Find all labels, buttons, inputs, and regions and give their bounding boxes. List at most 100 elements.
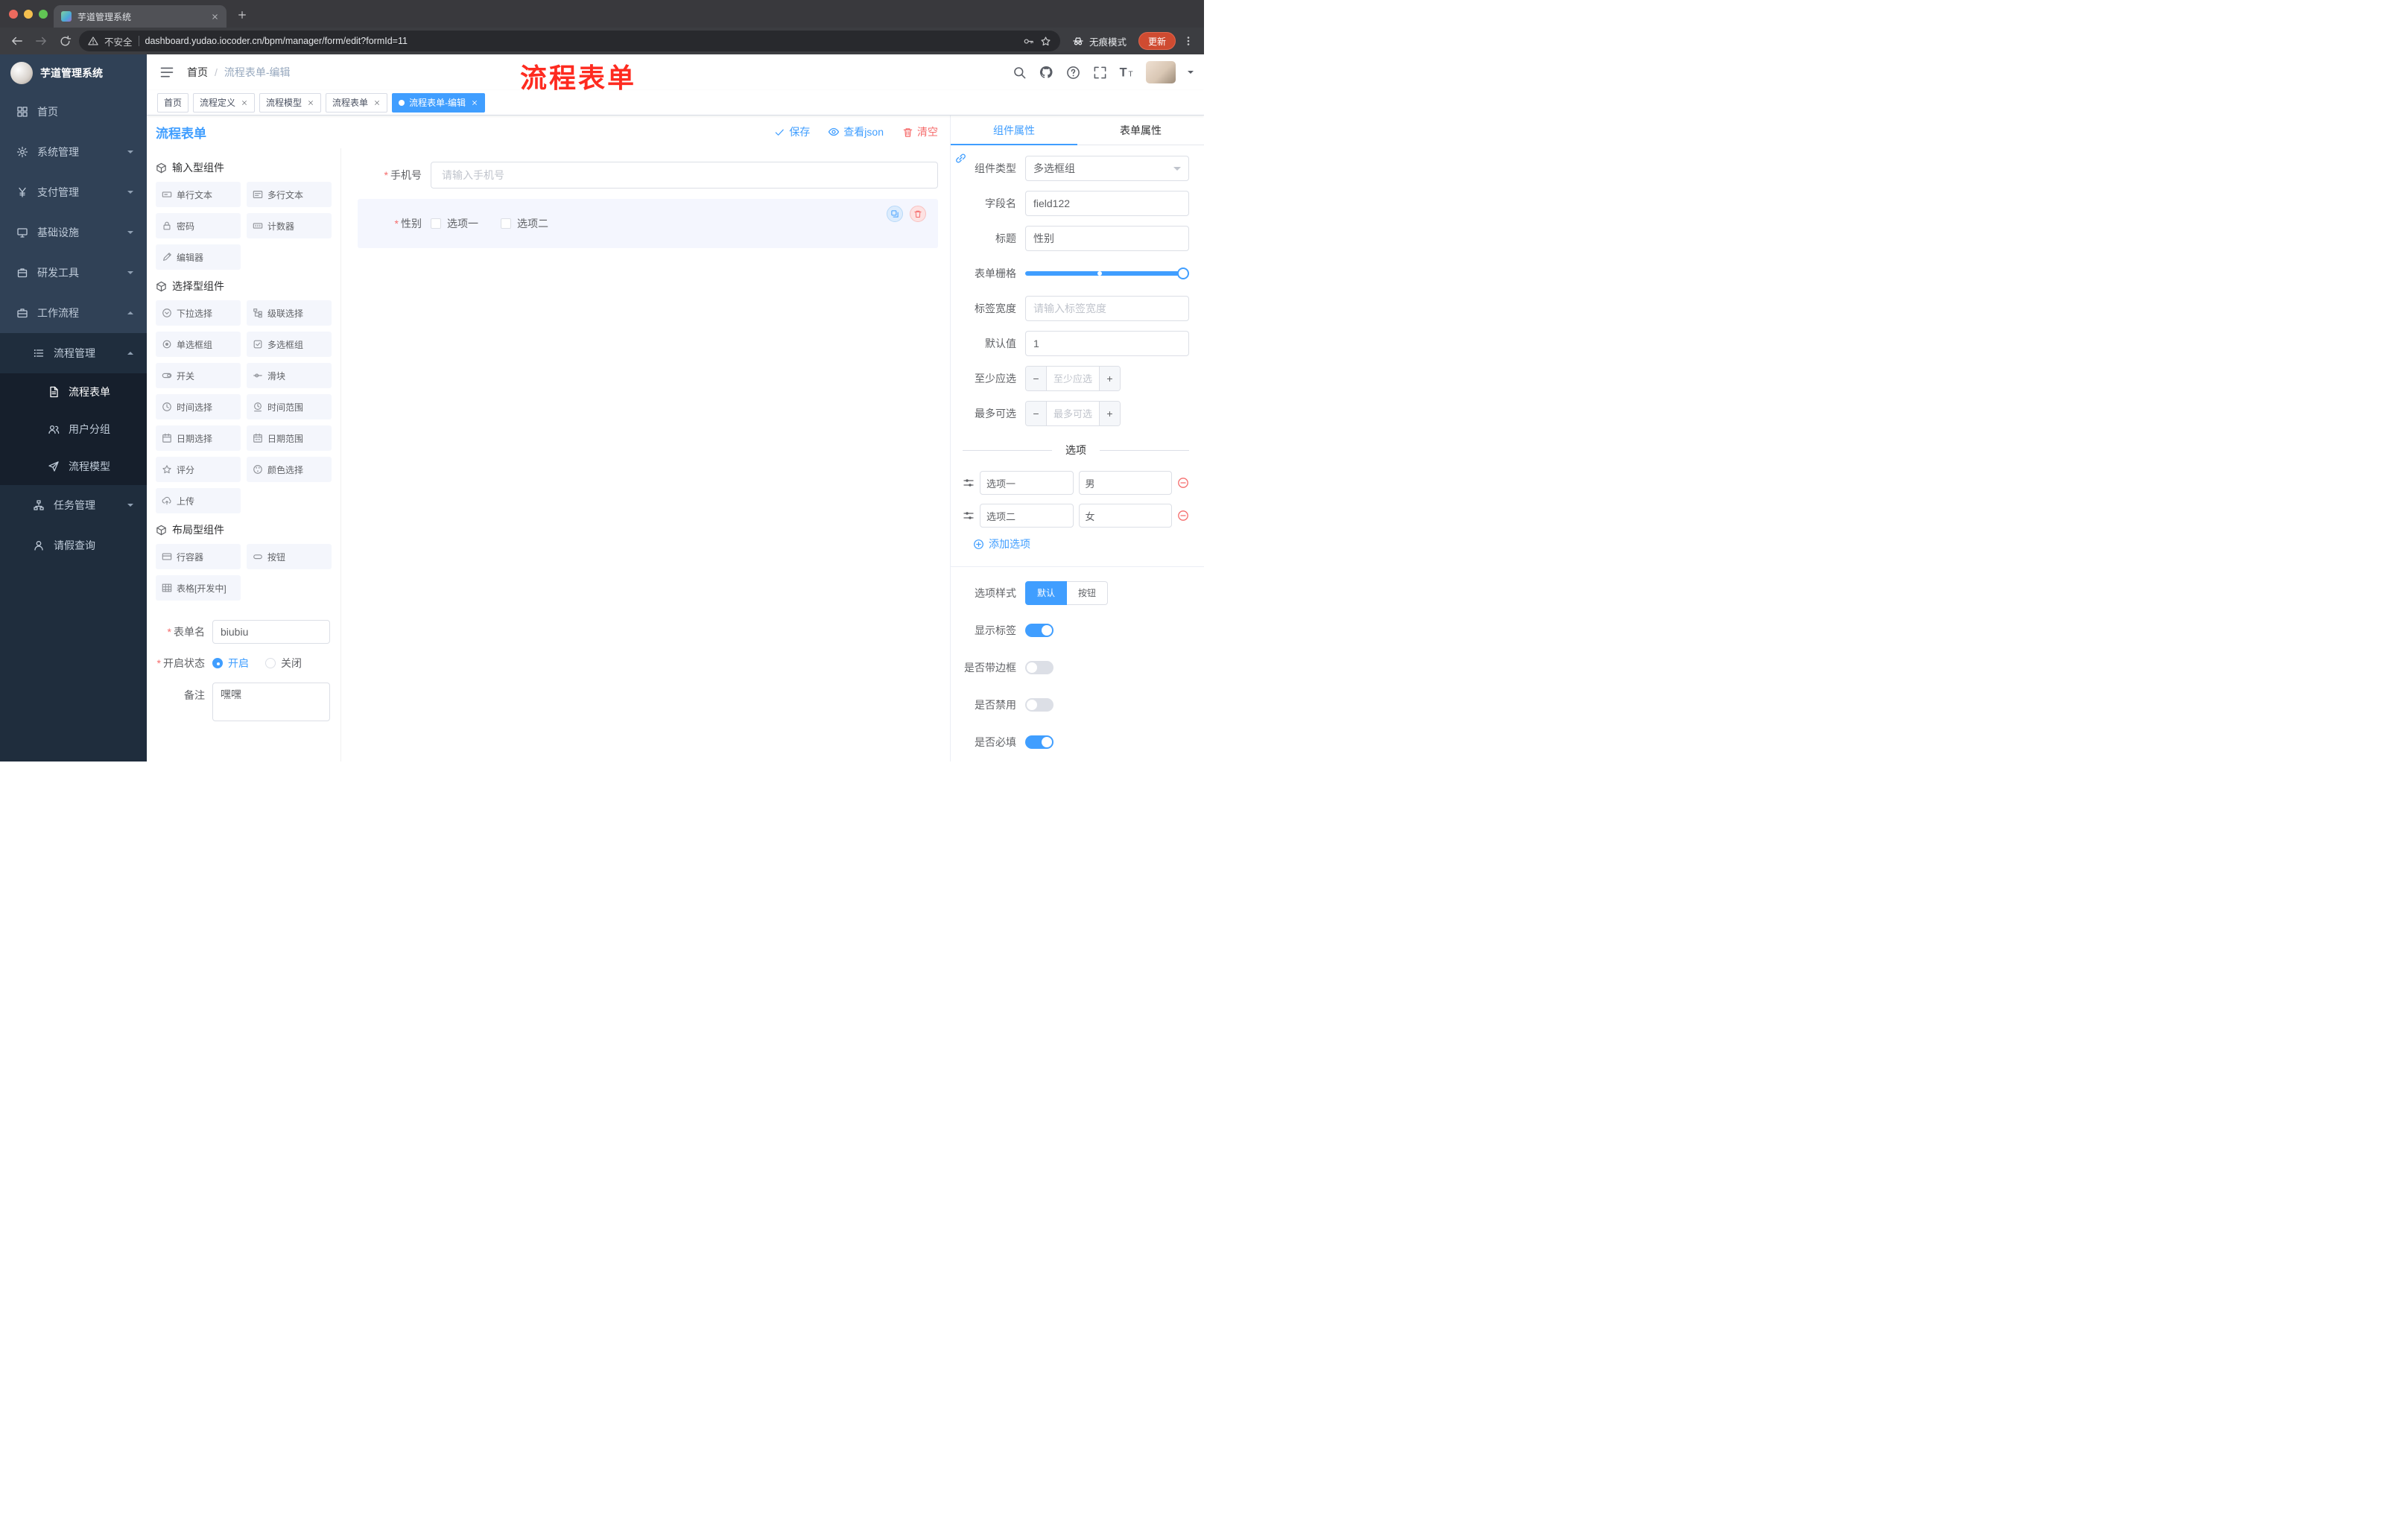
tab-close-icon[interactable]: [211, 13, 219, 21]
user-avatar[interactable]: [1146, 61, 1176, 83]
canvas-item-gender-selected[interactable]: 性别 选项一 选项二: [358, 199, 938, 248]
increase-button[interactable]: +: [1099, 402, 1120, 425]
chip-radio-group[interactable]: 单选框组: [156, 332, 241, 357]
link-icon[interactable]: [954, 151, 967, 165]
option-2-value-input[interactable]: [1078, 504, 1172, 528]
tag-close-icon[interactable]: [470, 98, 478, 107]
tab-component-props[interactable]: 组件属性: [951, 115, 1077, 145]
chip-time-picker[interactable]: 时间选择: [156, 394, 241, 419]
sidebar-item-process-management[interactable]: 流程管理: [0, 333, 147, 373]
chip-button[interactable]: 按钮: [247, 544, 332, 569]
sidebar-item-home[interactable]: 首页: [0, 92, 147, 132]
clear-button[interactable]: 清空: [902, 124, 938, 139]
disabled-toggle[interactable]: [1025, 697, 1054, 712]
chip-rate[interactable]: 评分: [156, 457, 241, 482]
sidebar-item-user-group[interactable]: 用户分组: [0, 411, 147, 448]
window-zoom-button[interactable]: [39, 10, 48, 19]
chip-password[interactable]: 密码: [156, 213, 241, 238]
option-1-value-input[interactable]: [1078, 471, 1172, 495]
sidebar-item-leave-query[interactable]: 请假查询: [0, 525, 147, 566]
duplicate-item-button[interactable]: [887, 206, 903, 222]
github-icon[interactable]: [1039, 65, 1054, 80]
chip-textarea[interactable]: 多行文本: [247, 182, 332, 207]
save-button[interactable]: 保存: [773, 124, 810, 139]
phone-input[interactable]: [431, 162, 938, 189]
style-default-button[interactable]: 默认: [1025, 580, 1068, 605]
avatar-caret-down-icon[interactable]: [1188, 71, 1194, 77]
show-label-toggle[interactable]: [1025, 623, 1054, 637]
chip-upload[interactable]: 上传: [156, 488, 241, 513]
gender-option-2-checkbox[interactable]: 选项二: [501, 216, 548, 231]
gender-option-1-checkbox[interactable]: 选项一: [431, 216, 478, 231]
chip-select[interactable]: 下拉选择: [156, 300, 241, 326]
breadcrumb-home[interactable]: 首页: [187, 65, 208, 80]
slider-handle[interactable]: [1177, 267, 1189, 279]
decrease-button[interactable]: −: [1026, 367, 1047, 390]
bookmark-star-icon[interactable]: [1040, 36, 1051, 47]
option-1-label-input[interactable]: [980, 471, 1074, 495]
chip-row-container[interactable]: 行容器: [156, 544, 241, 569]
tag-home[interactable]: 首页: [157, 92, 189, 113]
window-minimize-button[interactable]: [24, 10, 33, 19]
delete-item-button[interactable]: [910, 206, 926, 222]
chip-date-picker[interactable]: 日期选择: [156, 425, 241, 451]
chip-table[interactable]: 表格[开发中]: [156, 575, 241, 601]
status-off-radio[interactable]: 关闭: [265, 656, 302, 671]
decrease-button[interactable]: −: [1026, 402, 1047, 425]
grid-span-slider[interactable]: [1025, 261, 1189, 286]
add-option-button[interactable]: 添加选项: [973, 536, 1189, 551]
sidebar-item-process-model[interactable]: 流程模型: [0, 448, 147, 485]
form-canvas[interactable]: 手机号 性别: [341, 148, 950, 762]
browser-tab[interactable]: 芋道管理系统: [54, 5, 226, 28]
component-type-select[interactable]: 多选框组: [1025, 156, 1189, 181]
style-button-button[interactable]: 按钮: [1067, 580, 1109, 605]
chip-switch[interactable]: 开关: [156, 363, 241, 388]
reload-button[interactable]: [55, 31, 75, 51]
chip-counter[interactable]: 计数器: [247, 213, 332, 238]
search-icon[interactable]: [1012, 65, 1027, 80]
chip-input-text[interactable]: 单行文本: [156, 182, 241, 207]
forward-button[interactable]: [31, 31, 51, 51]
address-bar[interactable]: 不安全 dashboard.yudao.iocoder.cn/bpm/manag…: [79, 31, 1060, 51]
font-size-icon[interactable]: TT: [1119, 65, 1134, 80]
remove-option-icon[interactable]: [1177, 510, 1189, 522]
chip-time-range[interactable]: 时间范围: [247, 394, 332, 419]
tag-process-definition[interactable]: 流程定义: [193, 92, 256, 113]
chip-cascader[interactable]: 级联选择: [247, 300, 332, 326]
sidebar-item-process-form[interactable]: 流程表单: [0, 373, 147, 411]
chip-slider[interactable]: 滑块: [247, 363, 332, 388]
sidebar-item-devtools[interactable]: 研发工具: [0, 253, 147, 293]
browser-update-button[interactable]: 更新: [1138, 32, 1176, 50]
browser-menu-icon[interactable]: [1180, 31, 1197, 51]
window-close-button[interactable]: [9, 10, 18, 19]
fullscreen-icon[interactable]: [1092, 65, 1107, 80]
tab-form-props[interactable]: 表单属性: [1077, 115, 1204, 145]
chip-color-picker[interactable]: 颜色选择: [247, 457, 332, 482]
border-toggle[interactable]: [1025, 660, 1054, 674]
form-remark-input[interactable]: 嘿嘿: [212, 683, 330, 721]
tag-close-icon[interactable]: [306, 98, 314, 107]
title-input[interactable]: [1025, 226, 1189, 251]
drag-handle-icon[interactable]: [963, 477, 975, 489]
tag-process-form[interactable]: 流程表单: [326, 92, 388, 113]
max-select-input[interactable]: [1047, 402, 1099, 425]
sidebar-item-infrastructure[interactable]: 基础设施: [0, 212, 147, 253]
new-tab-button[interactable]: [232, 5, 252, 25]
status-on-radio[interactable]: 开启: [212, 656, 249, 671]
back-button[interactable]: [7, 31, 27, 51]
min-select-input[interactable]: [1047, 367, 1099, 390]
default-value-input[interactable]: [1025, 331, 1189, 356]
chip-rich-editor[interactable]: 编辑器: [156, 244, 241, 270]
view-json-button[interactable]: 查看json: [828, 124, 884, 139]
tag-close-icon[interactable]: [373, 98, 381, 107]
tag-process-form-edit[interactable]: 流程表单-编辑: [392, 92, 486, 113]
collapse-sidebar-icon[interactable]: [159, 64, 175, 80]
drag-handle-icon[interactable]: [963, 510, 975, 522]
label-width-input[interactable]: [1025, 296, 1189, 321]
field-name-input[interactable]: [1025, 191, 1189, 216]
form-name-input[interactable]: [212, 620, 330, 644]
canvas-item-phone[interactable]: 手机号: [358, 162, 938, 189]
tag-close-icon[interactable]: [240, 98, 248, 107]
slider-track[interactable]: [1025, 267, 1189, 279]
sidebar-item-payment[interactable]: 支付管理: [0, 172, 147, 212]
